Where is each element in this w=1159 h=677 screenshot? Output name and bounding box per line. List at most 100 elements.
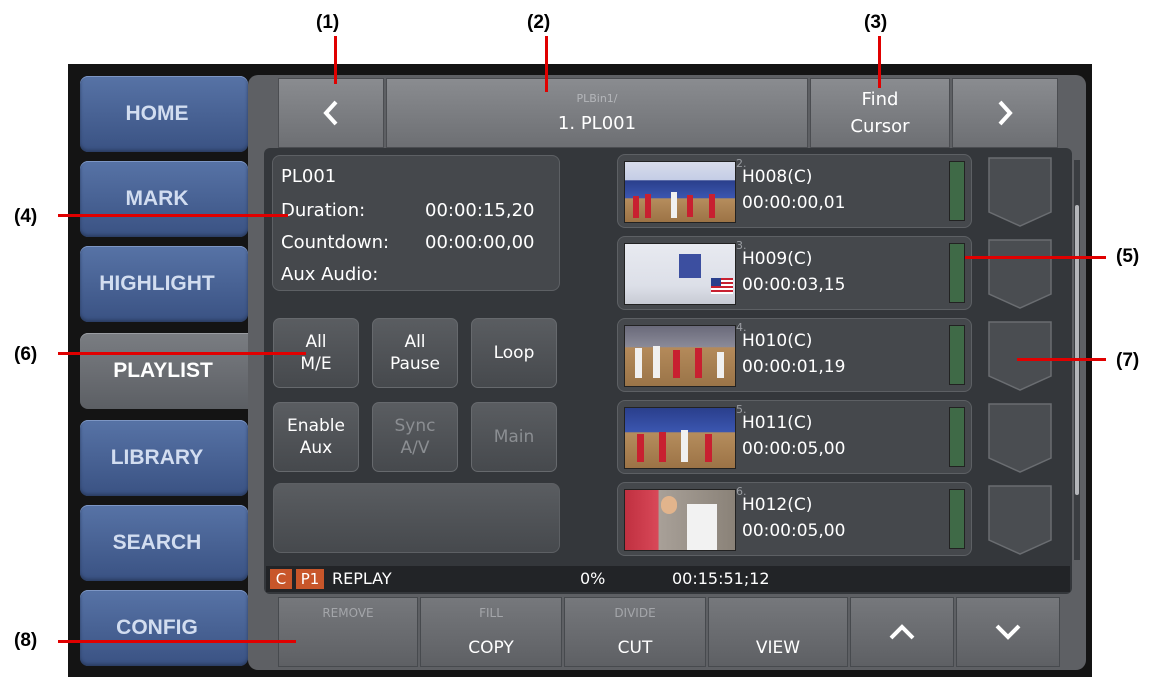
- clip-item[interactable]: 4. H010(C) 00:00:01,19: [617, 318, 972, 392]
- remove-label: REMOVE: [322, 606, 374, 620]
- copy-label: COPY: [468, 638, 514, 658]
- chevron-down-icon: [995, 624, 1021, 640]
- main-button[interactable]: Main: [471, 402, 557, 472]
- sidebar-item-search[interactable]: SEARCH: [80, 505, 248, 581]
- sidebar-item-label: MARK: [125, 187, 189, 210]
- clip-duration: 00:00:05,00: [742, 439, 846, 459]
- playlist-title-button[interactable]: PLBin1/ 1. PL001: [386, 78, 808, 148]
- audio-meter: [949, 407, 965, 467]
- find-cursor-label: Find Cursor: [850, 89, 910, 137]
- callout-line: [58, 640, 296, 643]
- divide-label: DIVIDE: [614, 606, 656, 620]
- playlist-name: PL001: [281, 166, 337, 187]
- fill-label: FILL: [479, 606, 503, 620]
- aux-audio-label: Aux Audio:: [281, 264, 379, 285]
- transition-button[interactable]: [983, 482, 1057, 556]
- all-pause-label: All Pause: [390, 332, 440, 374]
- sidebar-item-library[interactable]: LIBRARY: [80, 420, 248, 496]
- playlist-info-box: PL001 Duration: 00:00:15,20 Countdown: 0…: [272, 155, 560, 291]
- clip-duration: 00:00:00,01: [742, 193, 846, 213]
- clip-item[interactable]: 2. H008(C) 00:00:00,01: [617, 154, 972, 228]
- duration-label: Duration:: [281, 200, 366, 221]
- view-button[interactable]: VIEW: [708, 597, 848, 667]
- scrollbar-thumb[interactable]: [1075, 205, 1079, 495]
- clip-duration: 00:00:03,15: [742, 275, 846, 295]
- clip-thumbnail: [624, 489, 736, 551]
- scroll-down-button[interactable]: [956, 597, 1060, 667]
- callout-line: [878, 36, 881, 88]
- chevron-left-icon: [323, 100, 338, 126]
- sidebar-item-label: LIBRARY: [110, 446, 204, 469]
- callout-1: (1): [316, 12, 340, 33]
- sidebar-item-label: HIGHLIGHT: [99, 272, 215, 295]
- find-cursor-button[interactable]: Find Cursor: [810, 78, 950, 148]
- remove-button[interactable]: REMOVE: [278, 597, 418, 667]
- enable-aux-button[interactable]: Enable Aux: [273, 402, 359, 472]
- next-button[interactable]: [952, 78, 1058, 148]
- duration-value: 00:00:15,20: [425, 200, 535, 221]
- callout-line: [58, 352, 306, 355]
- callout-line: [58, 214, 288, 217]
- prev-button[interactable]: [278, 78, 384, 148]
- callout-5: (5): [1116, 246, 1140, 267]
- clip-item[interactable]: 3. H009(C) 00:00:03,15: [617, 236, 972, 310]
- clip-name: H012(C): [742, 495, 813, 515]
- cut-button[interactable]: DIVIDE CUT: [564, 597, 706, 667]
- clip-name: H008(C): [742, 167, 813, 187]
- sync-av-label: Sync A/V: [394, 416, 436, 458]
- sidebar-item-mark[interactable]: MARK: [80, 161, 248, 237]
- callout-line: [965, 256, 1106, 259]
- sidebar-item-highlight[interactable]: HIGHLIGHT: [80, 246, 248, 322]
- status-timecode: 00:15:51;12: [672, 569, 770, 588]
- copy-button[interactable]: FILL COPY: [420, 597, 562, 667]
- transition-button[interactable]: [983, 236, 1057, 310]
- clip-name: H009(C): [742, 249, 813, 269]
- status-badge: P1: [296, 569, 324, 589]
- audio-meter: [949, 243, 965, 303]
- sidebar-item-home[interactable]: HOME: [80, 76, 248, 152]
- callout-line: [1017, 358, 1106, 361]
- view-label: VIEW: [755, 638, 801, 658]
- clip-name: H011(C): [742, 413, 813, 433]
- enable-aux-label: Enable Aux: [287, 416, 345, 458]
- clip-duration: 00:00:05,00: [742, 521, 846, 541]
- sync-av-button[interactable]: Sync A/V: [372, 402, 458, 472]
- audio-meter: [949, 325, 965, 385]
- chevron-right-icon: [998, 100, 1013, 126]
- status-mode: REPLAY: [332, 569, 392, 588]
- sidebar-item-playlist[interactable]: PLAYLIST: [80, 333, 260, 409]
- transition-button[interactable]: [983, 400, 1057, 474]
- callout-6: (6): [14, 344, 38, 365]
- clip-duration: 00:00:01,19: [742, 357, 846, 377]
- loop-button[interactable]: Loop: [471, 318, 557, 388]
- clip-item[interactable]: 6. H012(C) 00:00:05,00: [617, 482, 972, 556]
- cut-label: CUT: [617, 638, 653, 658]
- sidebar-item-label: SEARCH: [112, 531, 202, 554]
- scroll-up-button[interactable]: [850, 597, 954, 667]
- playlist-path: PLBin1/: [576, 92, 618, 105]
- transition-button[interactable]: [983, 318, 1057, 392]
- clip-thumbnail: [624, 407, 736, 469]
- audio-meter: [949, 489, 965, 549]
- clip-thumbnail: [624, 161, 736, 223]
- status-percent: 0%: [580, 569, 606, 588]
- transition-button[interactable]: [983, 154, 1057, 228]
- sidebar-item-label: CONFIG: [116, 616, 198, 639]
- status-badge: C: [270, 569, 292, 589]
- sidebar-item-config[interactable]: CONFIG: [80, 590, 248, 666]
- all-pause-button[interactable]: All Pause: [372, 318, 458, 388]
- audio-meter: [949, 161, 965, 221]
- callout-7: (7): [1116, 350, 1140, 371]
- status-bar: C P1 REPLAY 0% 00:15:51;12: [266, 566, 1070, 592]
- clip-thumbnail: [624, 325, 736, 387]
- main-label: Main: [493, 427, 535, 447]
- sidebar-item-label: PLAYLIST: [113, 359, 213, 382]
- chevron-up-icon: [889, 624, 915, 640]
- loop-label: Loop: [493, 343, 535, 363]
- callout-8: (8): [14, 630, 38, 651]
- callout-line: [545, 36, 548, 92]
- sidebar-item-label: HOME: [125, 102, 189, 125]
- clip-item[interactable]: 5. H011(C) 00:00:05,00: [617, 400, 972, 474]
- clip-name: H010(C): [742, 331, 813, 351]
- callout-3: (3): [864, 12, 888, 33]
